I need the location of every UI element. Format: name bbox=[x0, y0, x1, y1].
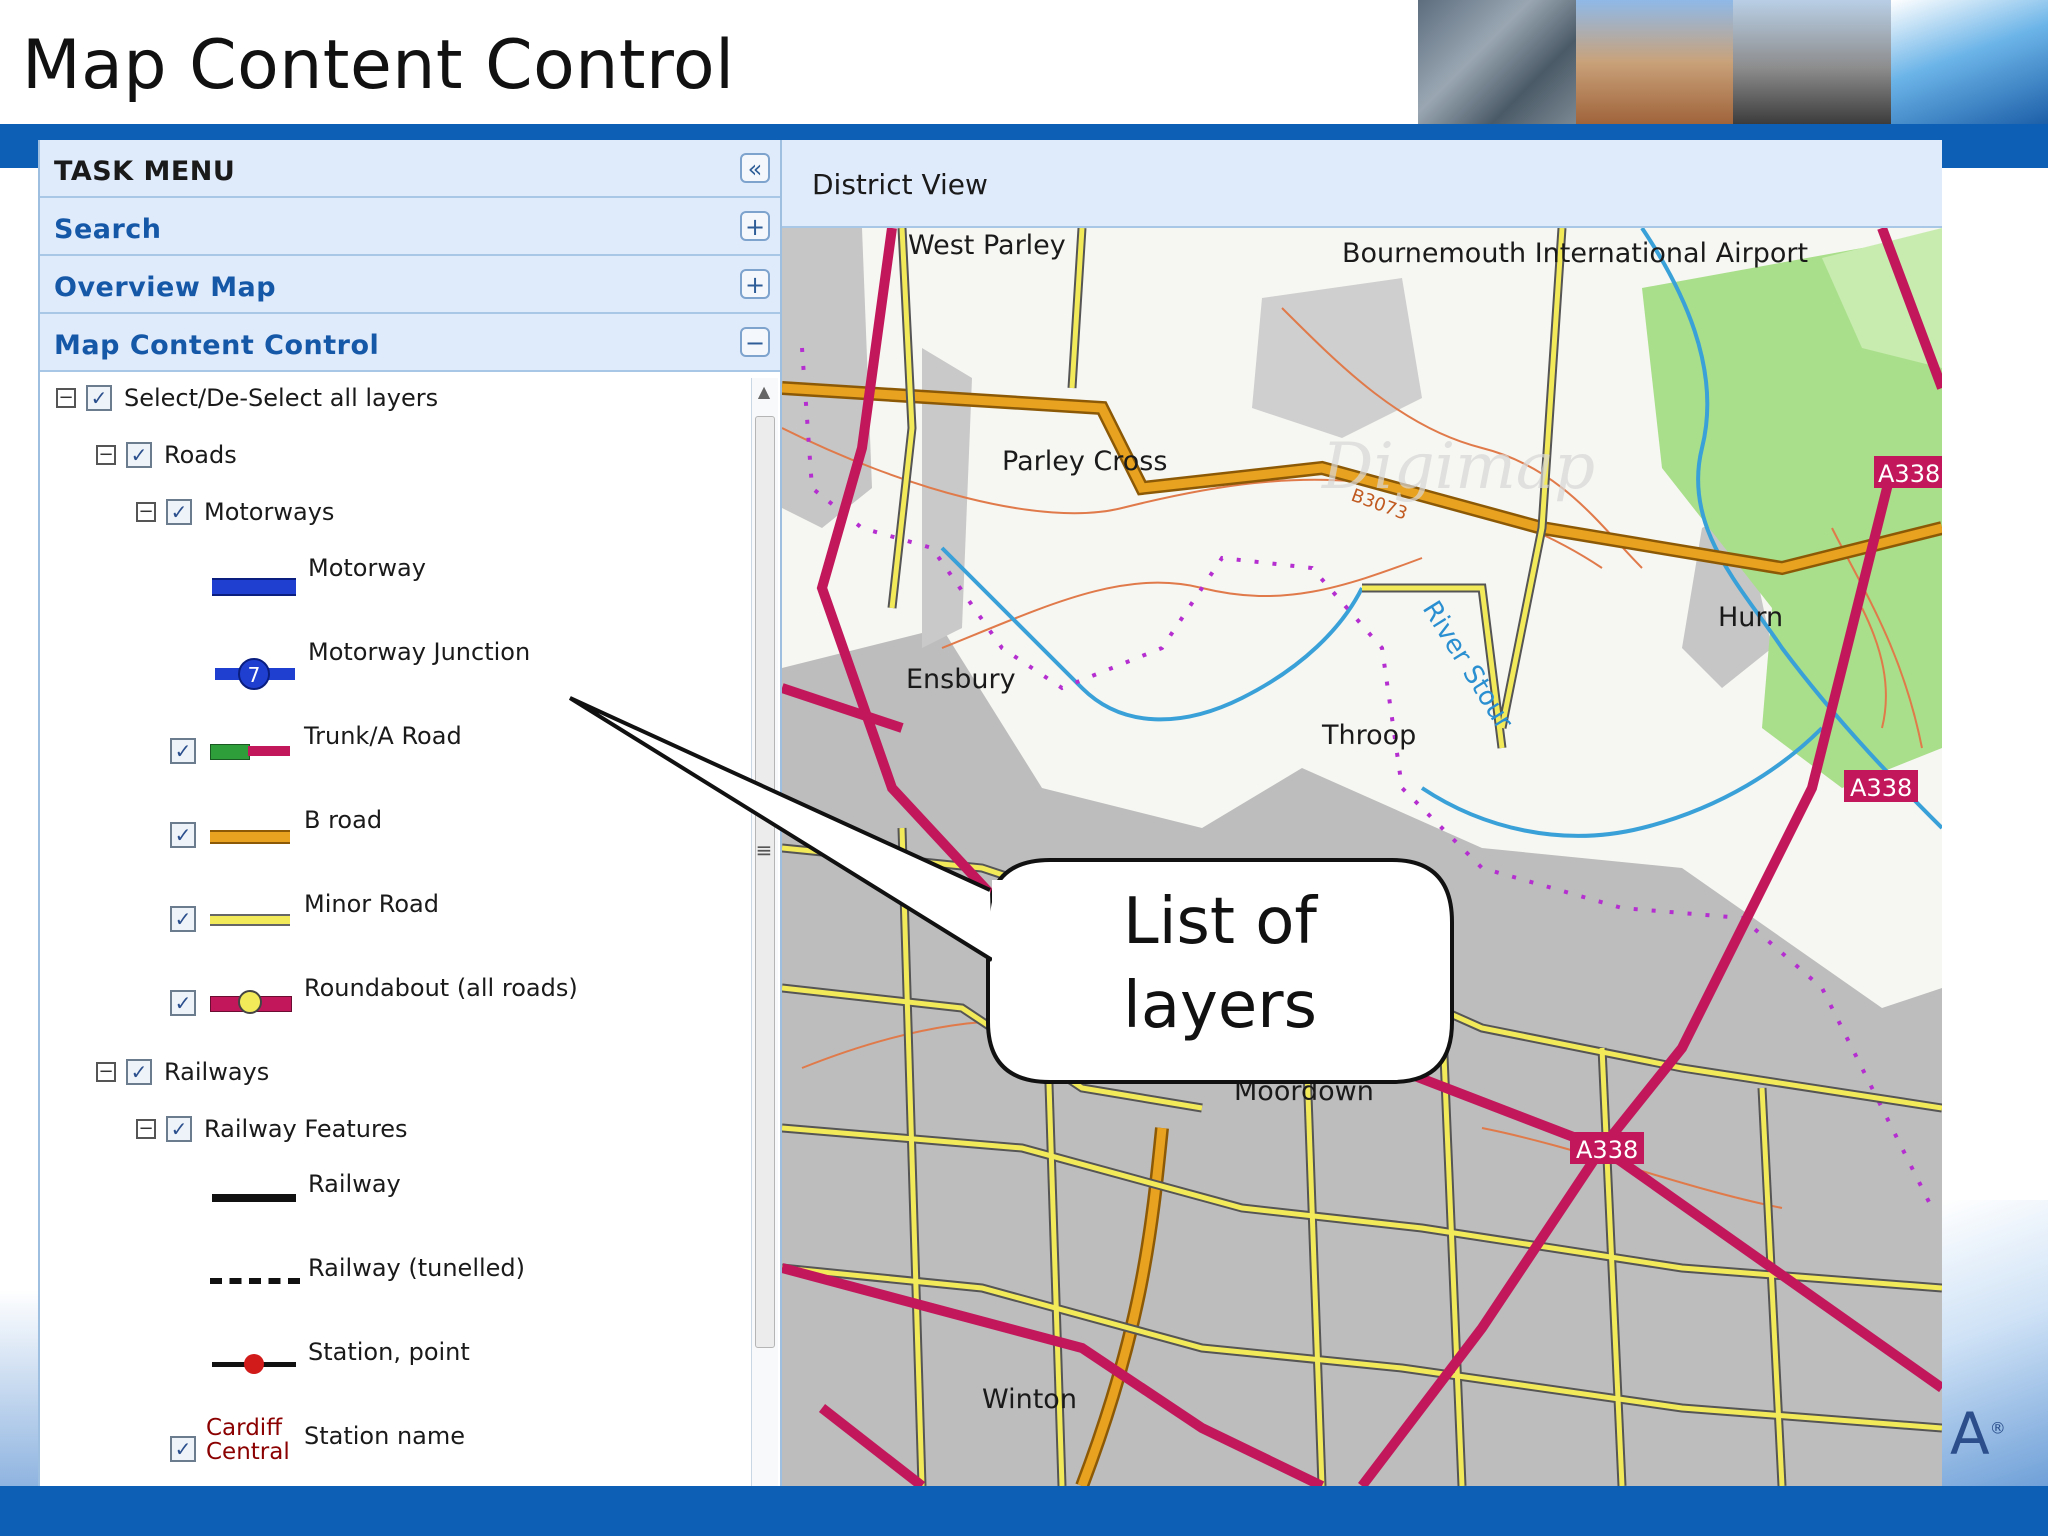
callout-text: List of layers bbox=[1123, 885, 1317, 1043]
callout-bubble bbox=[568, 696, 1454, 1084]
